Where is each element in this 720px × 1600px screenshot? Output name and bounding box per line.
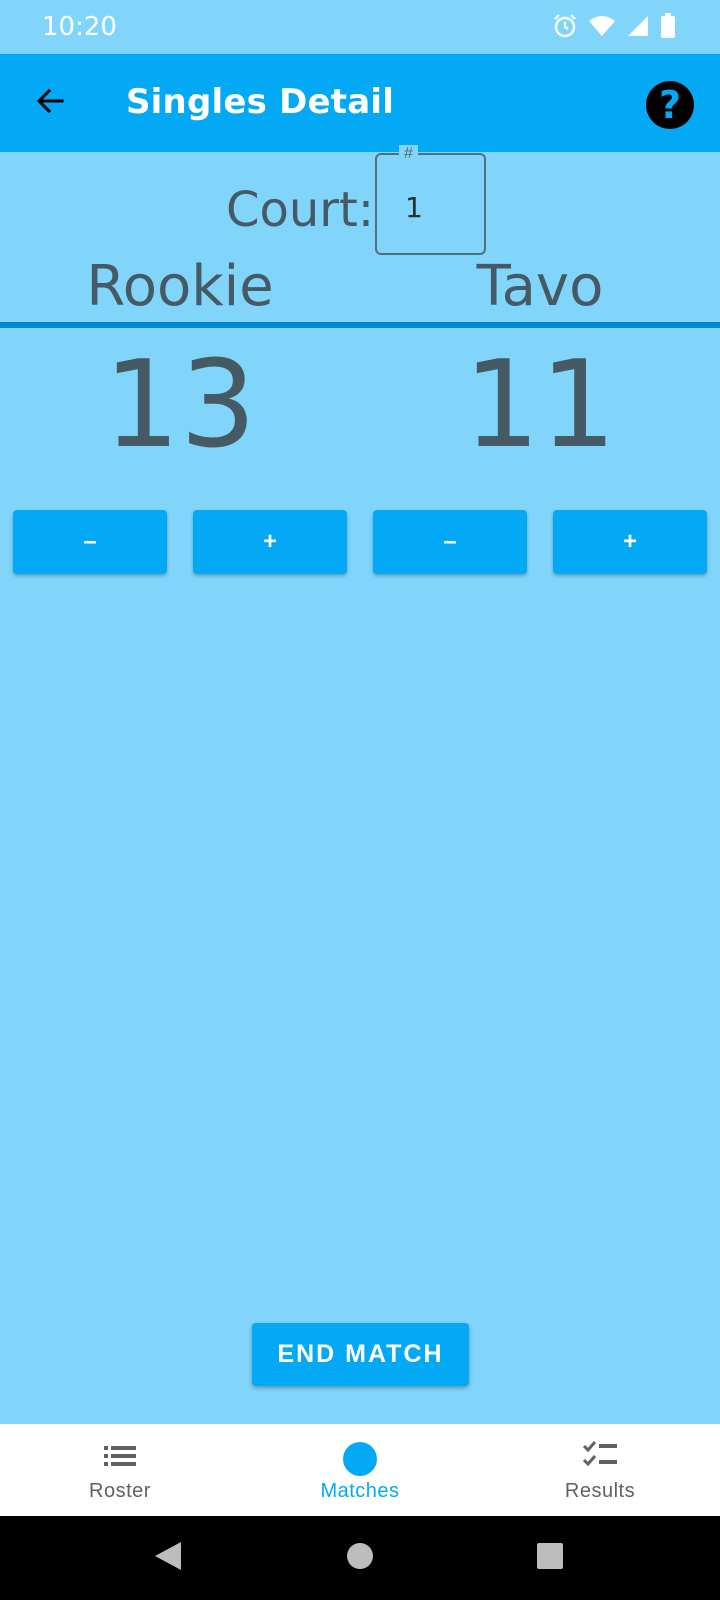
status-time: 10:20	[42, 12, 117, 42]
help-icon: ?	[658, 83, 682, 127]
score-left: 13	[103, 336, 257, 475]
alarm-icon	[552, 13, 578, 39]
square-recents-icon	[536, 1542, 564, 1575]
app-bar: Singles Detail ?	[0, 54, 720, 152]
nav-item-matches[interactable]: Matches	[240, 1424, 480, 1516]
court-label: Court:	[226, 182, 375, 238]
battery-icon	[660, 13, 676, 39]
triangle-back-icon	[153, 1540, 183, 1577]
player-name-left: Rookie	[86, 254, 274, 319]
end-match-button[interactable]: END MATCH	[252, 1323, 469, 1386]
nav-item-roster[interactable]: Roster	[0, 1424, 240, 1516]
signal-icon	[626, 14, 650, 38]
status-bar: 10:20	[0, 0, 720, 54]
court-number-field[interactable]: # 1	[375, 145, 486, 255]
nav-label-matches: Matches	[320, 1480, 400, 1502]
page-title: Singles Detail	[126, 82, 395, 122]
court-number-value: 1	[405, 191, 423, 224]
decrement-right-button[interactable]: –	[373, 510, 527, 574]
decrement-left-button[interactable]: –	[13, 510, 167, 574]
increment-left-button[interactable]: +	[193, 510, 347, 574]
help-button[interactable]: ?	[646, 81, 694, 129]
score-right: 11	[463, 336, 617, 475]
home-circle-icon	[346, 1542, 374, 1575]
increment-right-button[interactable]: +	[553, 510, 707, 574]
list-icon	[103, 1444, 137, 1473]
status-icons	[552, 13, 676, 39]
divider	[0, 322, 720, 328]
arrow-back-icon	[34, 85, 66, 122]
wifi-icon	[588, 14, 616, 38]
nav-label-roster: Roster	[89, 1480, 151, 1502]
nav-item-results[interactable]: Results	[480, 1424, 720, 1516]
nav-label-results: Results	[564, 1480, 636, 1502]
checklist-icon	[582, 1440, 618, 1475]
bottom-nav: Roster Matches Results	[0, 1424, 720, 1516]
circle-icon	[343, 1442, 377, 1481]
system-back-button[interactable]	[146, 1536, 190, 1580]
system-home-button[interactable]	[338, 1536, 382, 1580]
system-nav-bar	[0, 1516, 720, 1600]
system-recents-button[interactable]	[528, 1536, 572, 1580]
back-button[interactable]	[22, 75, 78, 131]
court-field-legend: #	[399, 145, 418, 163]
player-name-right: Tavo	[476, 254, 604, 319]
